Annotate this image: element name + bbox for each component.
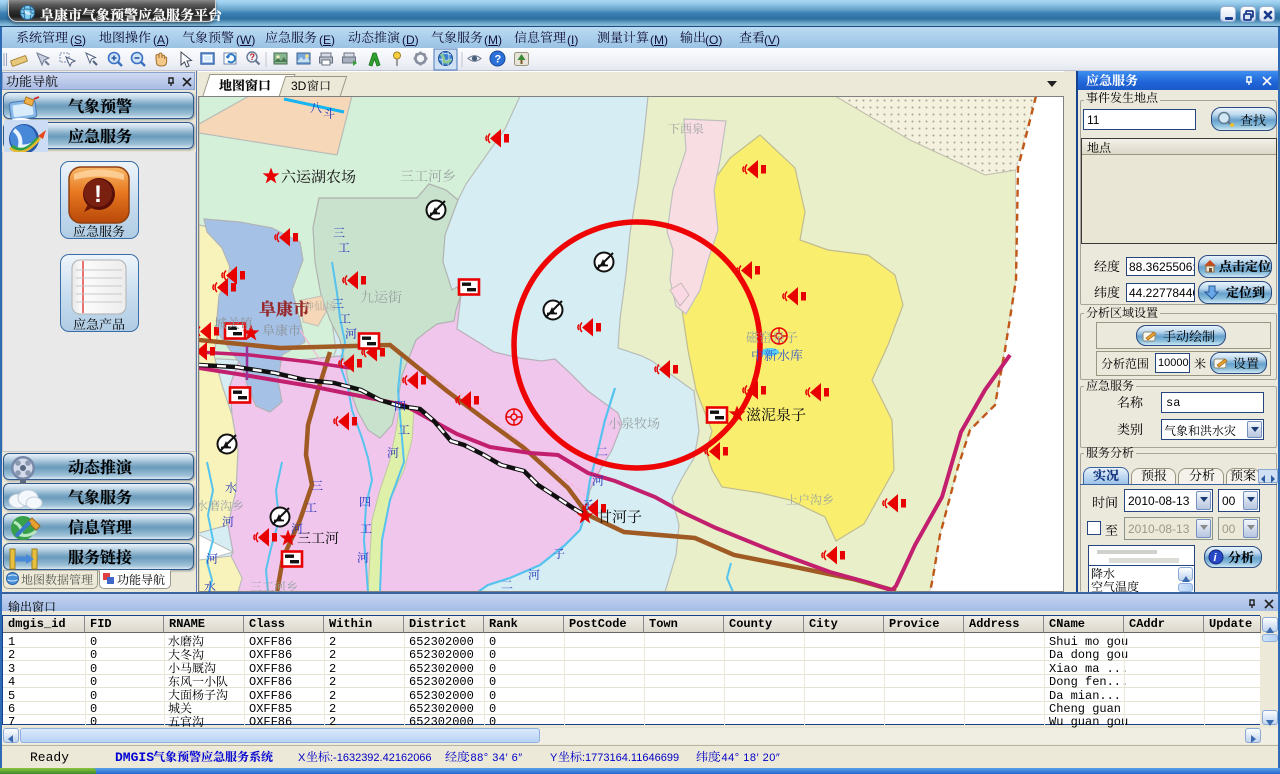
svg-text:?: ? (495, 54, 502, 66)
svg-text:!: ! (94, 181, 102, 208)
svg-text:?: ? (250, 52, 256, 62)
